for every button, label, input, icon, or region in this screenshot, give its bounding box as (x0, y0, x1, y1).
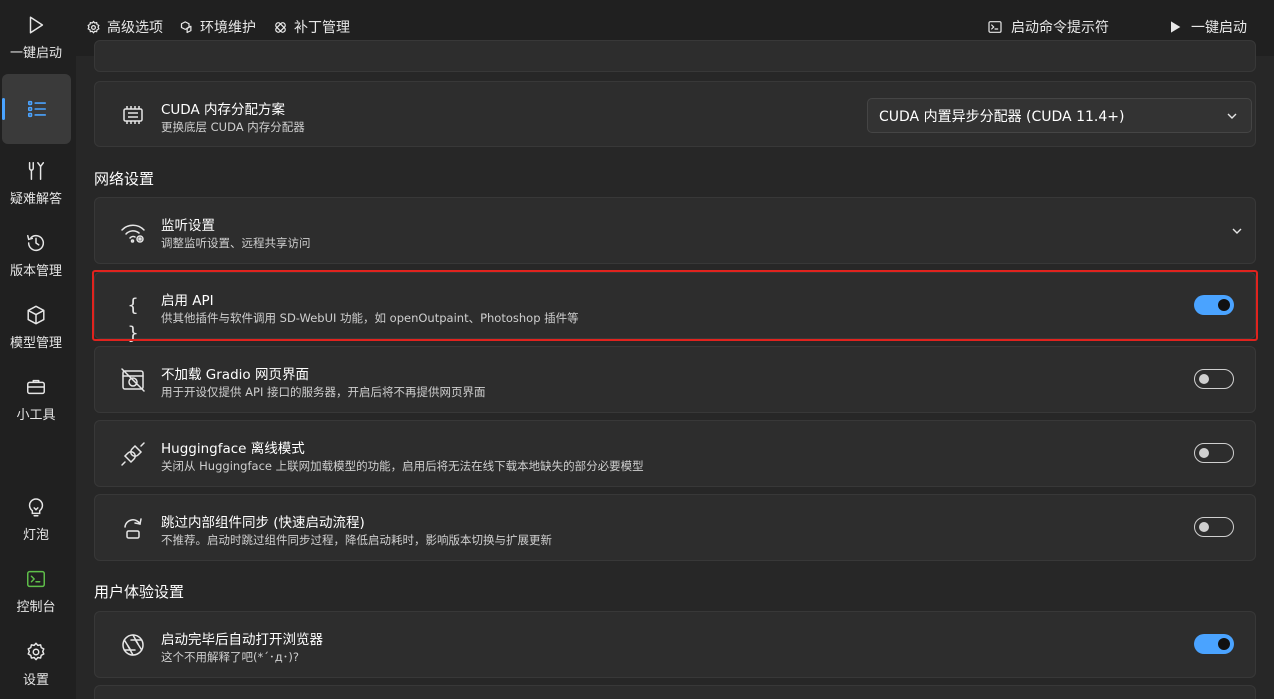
setting-description: 更换底层 CUDA 内存分配器 (161, 120, 305, 134)
play-icon (1171, 21, 1181, 33)
setting-card-gradio: 不加载 Gradio 网页界面 用于开设仅提供 API 接口的服务器，开启后将不… (94, 346, 1256, 413)
sidebar-item-label: 设置 (22, 673, 49, 688)
sidebar-item-label: 灯泡 (22, 528, 49, 543)
setting-description: 供其他插件与软件调用 SD-WebUI 功能，如 openOutpaint、Ph… (161, 311, 579, 325)
sidebar-item-console[interactable]: 控制台 (0, 568, 72, 615)
wifi-settings-icon (121, 224, 145, 243)
sidebar-item-settings[interactable]: 设置 (0, 641, 72, 688)
toggle-knob (1218, 638, 1230, 650)
unplug-icon (121, 442, 145, 466)
toggle-knob (1199, 522, 1209, 532)
sidebar-item-bulb[interactable]: 灯泡 (0, 496, 72, 543)
cubes-icon (180, 20, 192, 33)
setting-card-huggingface: Huggingface 离线模式 关闭从 Huggingface 上联网加载模型… (94, 420, 1256, 487)
tab-patches[interactable]: 补丁管理 (273, 17, 350, 37)
chevron-down-icon (1227, 113, 1237, 119)
history-icon (27, 234, 45, 252)
setting-card-partial-bottom (94, 685, 1256, 699)
skip-icon (124, 518, 142, 539)
tab-environment[interactable]: 环境维护 (179, 17, 256, 37)
chevron-down-icon (1232, 228, 1242, 234)
sidebar-item-label: 一键启动 (9, 46, 62, 61)
setting-description: 用于开设仅提供 API 接口的服务器，开启后将不再提供网页界面 (161, 385, 486, 399)
launch-button[interactable]: 一键启动 (1167, 17, 1247, 37)
toggle-knob (1199, 448, 1209, 458)
setting-title: 不加载 Gradio 网页界面 (161, 367, 309, 383)
auto-open-browser-toggle[interactable] (1194, 634, 1234, 654)
sidebar-item-label: 疑难解答 (9, 192, 62, 207)
setting-card-cuda: CUDA 内存分配方案 更换底层 CUDA 内存分配器 CUDA 内置异步分配器… (94, 81, 1256, 147)
setting-description: 这个不用解释了吧(*´･д･)? (161, 650, 300, 664)
setting-description: 调整监听设置、远程共享访问 (161, 236, 311, 250)
tab-label: 环境维护 (200, 20, 256, 36)
tab-label: 高级选项 (107, 20, 163, 36)
api-toggle[interactable] (1194, 295, 1234, 315)
setting-card-listen[interactable]: 监听设置 调整监听设置、远程共享访问 (94, 197, 1256, 264)
sidebar: 一键启动 疑难解答 版本管理 模型管理 小工具 灯泡 控制台 设置 (0, 0, 76, 699)
list-icon (27, 100, 46, 118)
console-prompt-label: 启动命令提示符 (1011, 20, 1109, 36)
main-panel: 高级选项 环境维护 补丁管理 启动命令提示符 一键启动 CUDA 内存分配方案 … (76, 0, 1274, 699)
cube-icon (27, 305, 45, 325)
skip-sync-toggle[interactable] (1194, 517, 1234, 537)
sidebar-item-label: 小工具 (16, 408, 56, 423)
setting-card-open-browser: 启动完毕后自动打开浏览器 这个不用解释了吧(*´･д･)? (94, 611, 1256, 678)
sidebar-item-advanced[interactable] (2, 74, 71, 144)
setting-title: 监听设置 (161, 218, 215, 234)
sidebar-item-tools[interactable]: 小工具 (0, 376, 72, 423)
launch-label: 一键启动 (1191, 20, 1247, 36)
setting-title: 启用 API (161, 293, 214, 309)
terminal-icon (988, 21, 1002, 33)
cuda-allocator-select[interactable]: CUDA 内置异步分配器 (CUDA 11.4+) (867, 98, 1252, 133)
setting-card-api: { } 启用 API 供其他插件与软件调用 SD-WebUI 功能，如 open… (94, 272, 1256, 344)
select-value: CUDA 内置异步分配器 (CUDA 11.4+) (879, 108, 1125, 125)
patch-icon (275, 21, 286, 33)
tab-advanced[interactable]: 高级选项 (86, 17, 163, 37)
setting-title: 启动完毕后自动打开浏览器 (161, 632, 323, 648)
gradio-toggle[interactable] (1194, 369, 1234, 389)
console-prompt-button[interactable]: 启动命令提示符 (987, 17, 1109, 37)
braces-icon: { } (127, 295, 139, 344)
huggingface-offline-toggle[interactable] (1194, 443, 1234, 463)
toggle-knob (1218, 299, 1230, 311)
sidebar-item-models[interactable]: 模型管理 (0, 304, 72, 351)
lightbulb-icon (28, 498, 44, 517)
setting-title: 跳过内部组件同步 (快速启动流程) (161, 515, 365, 531)
setting-card-skip-sync: 跳过内部组件同步 (快速启动流程) 不推荐。启动时跳过组件同步过程，降低启动耗时… (94, 494, 1256, 561)
section-title-network: 网络设置 (94, 170, 155, 188)
gear-icon (27, 642, 45, 661)
section-title-ux: 用户体验设置 (94, 583, 185, 601)
sidebar-item-versions[interactable]: 版本管理 (0, 232, 72, 279)
aperture-icon (122, 634, 144, 656)
setting-description: 不推荐。启动时跳过组件同步过程，降低启动耗时，影响版本切换与扩展更新 (161, 533, 552, 547)
sidebar-item-label: 模型管理 (9, 336, 62, 351)
toggle-knob (1199, 374, 1209, 384)
no-web-icon (121, 368, 145, 392)
settings-icon (87, 20, 100, 34)
sidebar-item-launch[interactable]: 一键启动 (0, 14, 72, 61)
console-icon (27, 570, 45, 588)
setting-title: Huggingface 离线模式 (161, 441, 305, 457)
chip-icon (123, 106, 143, 124)
setting-description: 关闭从 Huggingface 上联网加载模型的功能，启用后将无法在线下载本地缺… (161, 459, 644, 473)
setting-card-partial (94, 40, 1256, 72)
setting-title: CUDA 内存分配方案 (161, 102, 285, 118)
wrench-icon (28, 162, 45, 180)
toolbox-icon (27, 379, 45, 395)
sidebar-item-label: 版本管理 (9, 264, 62, 279)
sidebar-item-troubleshoot[interactable]: 疑难解答 (0, 160, 72, 207)
play-icon (29, 16, 44, 34)
tab-label: 补丁管理 (294, 20, 350, 36)
sidebar-item-label: 控制台 (16, 600, 56, 615)
